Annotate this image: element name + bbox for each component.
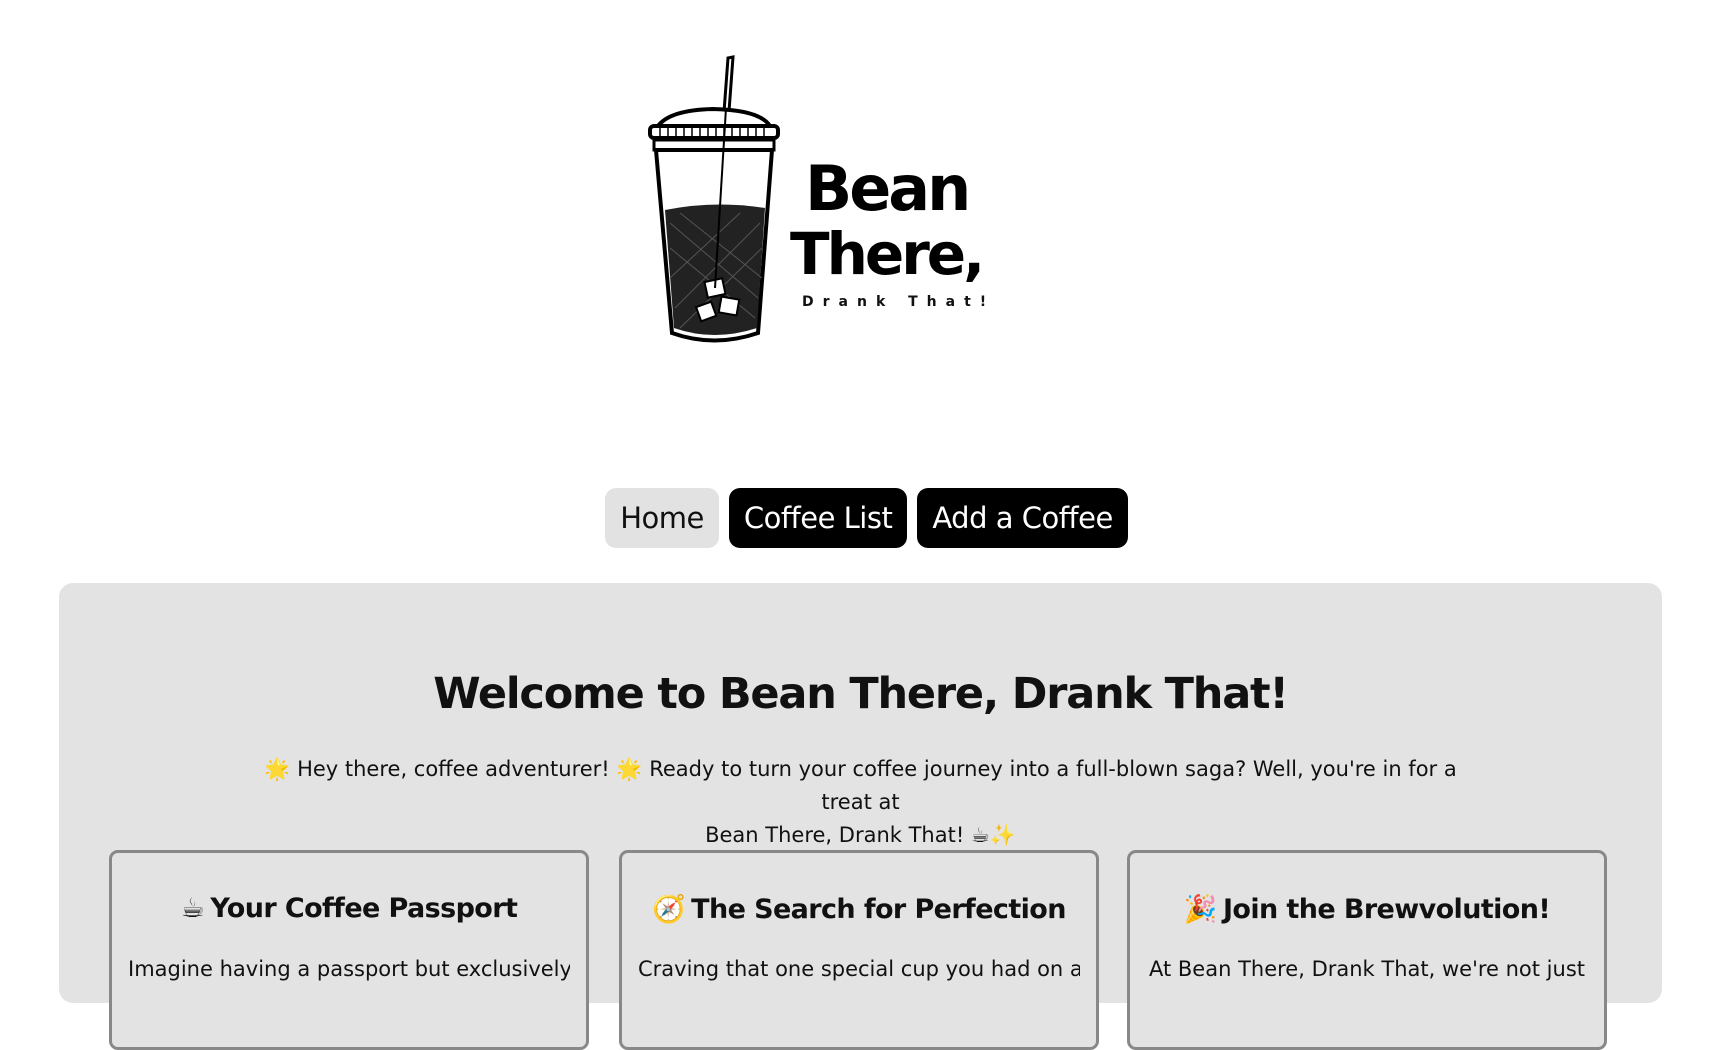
nav-home-label: Home	[620, 501, 704, 535]
feature-card-search: 🧭 The Search for Perfection Craving that …	[619, 850, 1099, 1050]
card-body: Imagine having a passport but exclusivel…	[128, 957, 570, 981]
welcome-heading: Welcome to Bean There, Drank That!	[433, 669, 1289, 719]
feature-cards: ☕ Your Coffee Passport Imagine having a p…	[109, 850, 1612, 1050]
feature-card-brewvolution: 🎉 Join the Brewvolution! At Bean There, D…	[1127, 850, 1607, 1050]
card-title: 🎉 Join the Brewvolution!	[1130, 893, 1604, 925]
logo-word-there: There,	[790, 220, 985, 288]
card-title: ☕ Your Coffee Passport	[112, 893, 586, 924]
nav-home-button[interactable]: Home	[605, 488, 719, 548]
card-body: Craving that one special cup you had on …	[638, 957, 1080, 981]
nav-add-coffee-button[interactable]: Add a Coffee	[917, 488, 1128, 548]
logo-tagline: Drank That!	[802, 294, 996, 310]
card-title-text: Your Coffee Passport	[210, 893, 518, 924]
intro-line-1: 🌟 Hey there, coffee adventurer! 🌟 Ready …	[264, 757, 1457, 814]
nav-coffee-list-button[interactable]: Coffee List	[728, 488, 908, 548]
feature-card-passport: ☕ Your Coffee Passport Imagine having a p…	[109, 850, 589, 1050]
site-logo: Bean There, Drank That!	[640, 48, 986, 348]
main-nav: Home Coffee List Add a Coffee	[0, 488, 1733, 548]
logo-word-bean: Bean	[805, 152, 971, 225]
nav-add-coffee-label: Add a Coffee	[932, 501, 1113, 535]
card-title-text: Join the Brewvolution!	[1222, 894, 1551, 925]
welcome-panel: Welcome to Bean There, Drank That! 🌟 Hey…	[59, 583, 1662, 1050]
coffee-cup-icon: ☕	[180, 893, 205, 924]
card-title: 🧭 The Search for Perfection	[622, 893, 1096, 925]
compass-icon: 🧭	[652, 894, 686, 925]
card-title-text: The Search for Perfection	[691, 894, 1066, 925]
intro-line-2: Bean There, Drank That! ☕✨	[705, 823, 1016, 847]
party-popper-icon: 🎉	[1183, 894, 1218, 925]
nav-coffee-list-label: Coffee List	[743, 501, 893, 535]
card-body: At Bean There, Drank That, we're not jus…	[1148, 957, 1586, 981]
welcome-intro: 🌟 Hey there, coffee adventurer! 🌟 Ready …	[244, 753, 1477, 852]
